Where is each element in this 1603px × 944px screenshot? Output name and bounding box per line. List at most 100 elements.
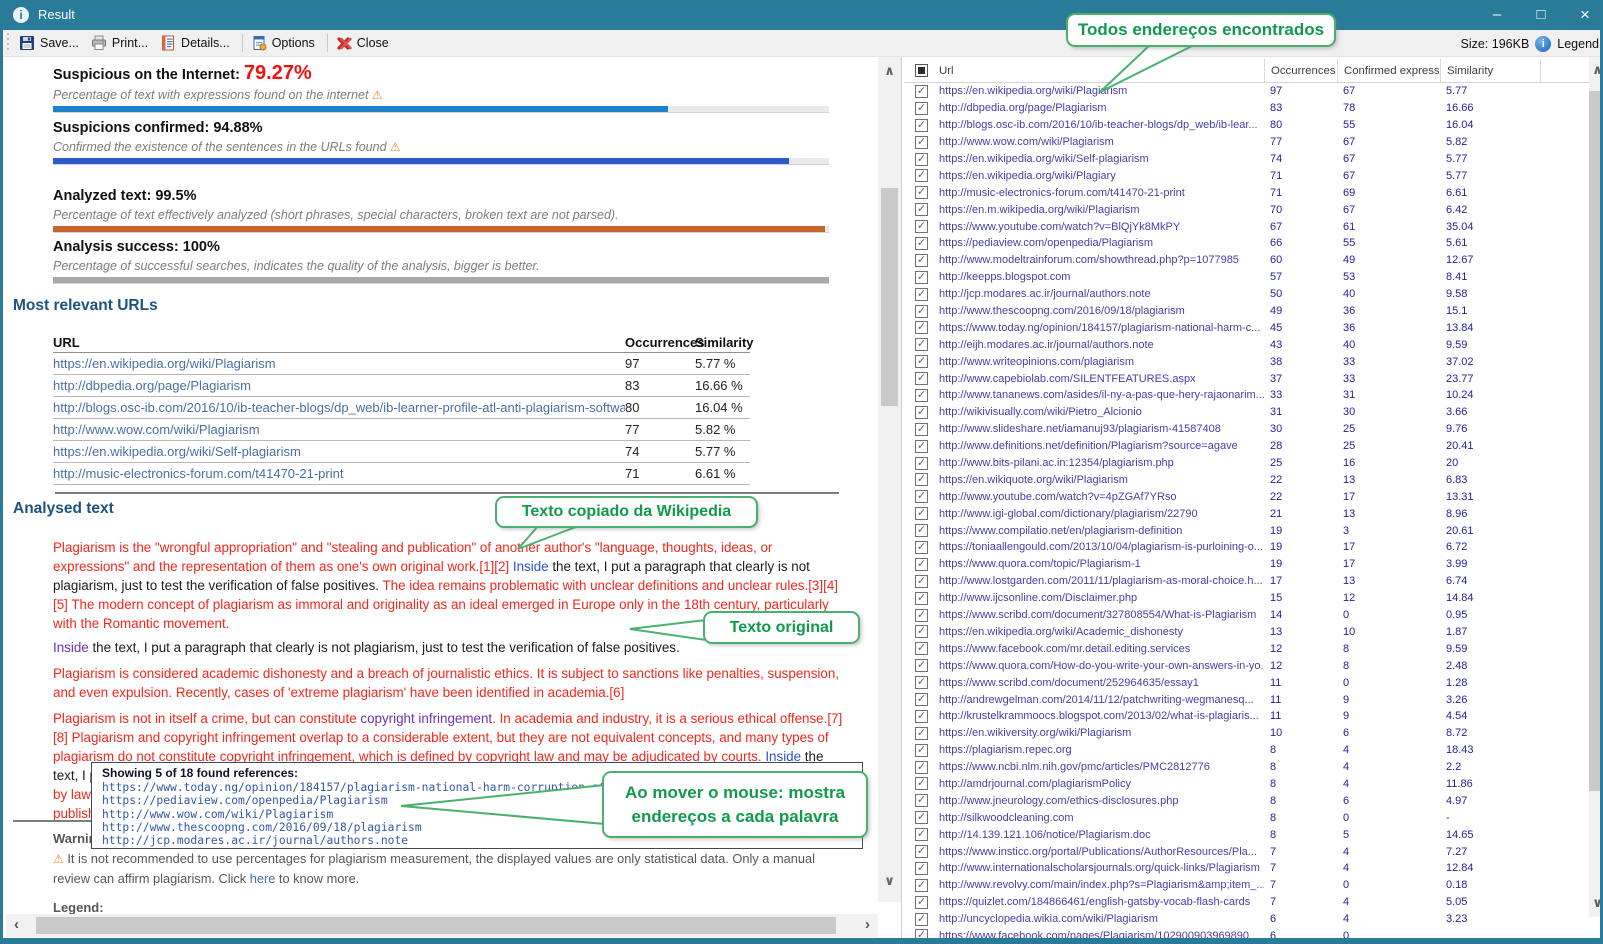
row-checkbox[interactable]: ✓ (915, 457, 928, 470)
url-cell[interactable]: http://keepps.blogspot.com (939, 271, 1264, 283)
url-link[interactable]: http://blogs.osc-ib.com/2016/10/ib-teach… (53, 400, 625, 415)
options-button[interactable]: Options (247, 31, 323, 55)
url-cell[interactable]: http://www.tananews.com/asides/il-ny-a-p… (939, 389, 1264, 401)
url-cell[interactable]: https://www.quora.com/topic/Plagiarism-1 (939, 558, 1264, 570)
scroll-up-icon[interactable]: ∧ (1589, 62, 1603, 78)
row-checkbox[interactable]: ✓ (915, 828, 928, 841)
url-link[interactable]: http://www.wow.com/wiki/Plagiarism (53, 422, 625, 437)
row-checkbox[interactable]: ✓ (915, 693, 928, 706)
url-link[interactable]: http://music-electronics-forum.com/t4147… (53, 466, 625, 481)
url-cell[interactable]: https://www.facebook.com/mr.detail.editi… (939, 643, 1264, 655)
row-checkbox[interactable]: ✓ (915, 186, 928, 199)
url-cell[interactable]: https://quizlet.com/184866461/english-ga… (939, 896, 1264, 908)
row-checkbox[interactable]: ✓ (915, 203, 928, 216)
url-cell[interactable]: https://en.m.wikipedia.org/wiki/Plagiari… (939, 204, 1264, 216)
row-checkbox[interactable]: ✓ (915, 592, 928, 605)
url-cell[interactable]: https://www.scribd.com/document/25296463… (939, 677, 1264, 689)
url-cell[interactable]: http://music-electronics-forum.com/t4147… (939, 187, 1264, 199)
url-cell[interactable]: http://www.youtube.com/watch?v=4pZGAf7YR… (939, 491, 1264, 503)
row-checkbox[interactable]: ✓ (915, 406, 928, 419)
row-checkbox[interactable]: ✓ (915, 913, 928, 926)
minimize-button[interactable]: – (1475, 0, 1519, 30)
row-checkbox[interactable]: ✓ (915, 862, 928, 875)
url-cell[interactable]: https://www.youtube.com/watch?v=BlQjYk8M… (939, 221, 1264, 233)
row-checkbox[interactable]: ✓ (915, 524, 928, 537)
row-checkbox[interactable]: ✓ (915, 727, 928, 740)
close-button[interactable]: Close (332, 31, 397, 55)
url-cell[interactable]: https://en.wikiversity.org/wiki/Plagiari… (939, 727, 1264, 739)
url-cell[interactable]: http://www.bits-pilani.ac.in:12354/plagi… (939, 457, 1264, 469)
scroll-right-icon[interactable]: › (865, 916, 870, 933)
row-checkbox[interactable]: ✓ (915, 642, 928, 655)
scroll-up-icon[interactable]: ∧ (878, 63, 901, 79)
row-checkbox[interactable]: ✓ (915, 625, 928, 638)
url-cell[interactable]: https://www.compilatio.net/en/plagiarism… (939, 525, 1264, 537)
url-cell[interactable]: https://en.wikipedia.org/wiki/Self-plagi… (939, 153, 1264, 165)
url-cell[interactable]: http://eijh.modares.ac.ir/journal/author… (939, 339, 1264, 351)
row-checkbox[interactable]: ✓ (915, 288, 928, 301)
legend-toggle[interactable]: Legend (1557, 37, 1599, 51)
url-cell[interactable]: http://blogs.osc-ib.com/2016/10/ib-teach… (939, 119, 1264, 131)
url-cell[interactable]: https://en.wikiquote.org/wiki/Plagiarism (939, 474, 1264, 486)
url-cell[interactable]: http://krustelkrammoocs.blogspot.com/201… (939, 710, 1264, 722)
row-checkbox[interactable]: ✓ (915, 744, 928, 757)
row-checkbox[interactable]: ✓ (915, 220, 928, 233)
url-cell[interactable]: http://www.capebiolab.com/SILENTFEATURES… (939, 373, 1264, 385)
row-checkbox[interactable]: ✓ (915, 609, 928, 622)
url-table-scrollbar[interactable]: ∧ ∨ (1589, 57, 1603, 917)
row-checkbox[interactable]: ✓ (915, 659, 928, 672)
scroll-down-icon[interactable]: ∨ (1589, 895, 1603, 911)
scroll-down-icon[interactable]: ∨ (878, 873, 901, 889)
row-checkbox[interactable]: ✓ (915, 153, 928, 166)
url-cell[interactable]: http://www.revolvy.com/main/index.php?s=… (939, 879, 1264, 891)
row-checkbox[interactable]: ✓ (915, 490, 928, 503)
row-checkbox[interactable]: ✓ (915, 777, 928, 790)
row-checkbox[interactable]: ✓ (915, 338, 928, 351)
row-checkbox[interactable]: ✓ (915, 305, 928, 318)
know-more-link[interactable]: here (250, 871, 276, 886)
row-checkbox[interactable]: ✓ (915, 237, 928, 250)
url-cell[interactable]: https://www.insticc.org/portal/Publicati… (939, 846, 1264, 858)
url-link[interactable]: https://en.wikipedia.org/wiki/Self-plagi… (53, 444, 625, 459)
row-checkbox[interactable]: ✓ (915, 473, 928, 486)
maximize-button[interactable]: □ (1519, 0, 1563, 30)
row-checkbox[interactable]: ✓ (915, 575, 928, 588)
row-checkbox[interactable]: ✓ (915, 372, 928, 385)
row-checkbox[interactable]: ✓ (915, 102, 928, 115)
row-checkbox[interactable]: ✓ (915, 541, 928, 554)
url-link[interactable]: http://dbpedia.org/page/Plagiarism (53, 378, 625, 393)
url-cell[interactable]: http://www.modeltrainforum.com/showthrea… (939, 254, 1264, 266)
url-cell[interactable]: http://www.jneurology.com/ethics-disclos… (939, 795, 1264, 807)
select-all-checkbox[interactable] (915, 64, 928, 77)
url-cell[interactable]: http://wikivisually.com/wiki/Pietro_Alci… (939, 406, 1264, 418)
url-cell[interactable]: http://www.igi-global.com/dictionary/pla… (939, 508, 1264, 520)
url-cell[interactable]: http://dbpedia.org/page/Plagiarism (939, 102, 1264, 114)
row-checkbox[interactable]: ✓ (915, 119, 928, 132)
url-cell[interactable]: http://www.ijcsonline.com/Disclaimer.php (939, 592, 1264, 604)
url-cell[interactable]: https://www.quora.com/How-do-you-write-y… (939, 660, 1264, 672)
row-checkbox[interactable]: ✓ (915, 761, 928, 774)
url-cell[interactable]: http://www.definitions.net/definition/Pl… (939, 440, 1264, 452)
row-checkbox[interactable]: ✓ (915, 355, 928, 368)
print-button[interactable]: Print... (87, 31, 156, 55)
url-cell[interactable]: https://www.scribd.com/document/32780855… (939, 609, 1264, 621)
url-cell[interactable]: https://en.wikipedia.org/wiki/Academic_d… (939, 626, 1264, 638)
close-window-button[interactable]: × (1563, 0, 1603, 30)
row-checkbox[interactable]: ✓ (915, 507, 928, 520)
url-cell[interactable]: https://toniaallengould.com/2013/10/04/p… (939, 541, 1264, 553)
url-cell[interactable]: http://www.wow.com/wiki/Plagiarism (939, 136, 1264, 148)
row-checkbox[interactable]: ✓ (915, 710, 928, 723)
row-checkbox[interactable]: ✓ (915, 389, 928, 402)
url-cell[interactable]: https://www.today.ng/opinion/184157/plag… (939, 322, 1264, 334)
row-checkbox[interactable]: ✓ (915, 85, 928, 98)
url-cell[interactable]: http://jcp.modares.ac.ir/journal/authors… (939, 288, 1264, 300)
url-cell[interactable]: https://pediaview.com/openpedia/Plagiari… (939, 237, 1264, 249)
scroll-left-icon[interactable]: ‹ (14, 916, 19, 933)
details-button[interactable]: Details... (156, 31, 238, 55)
row-checkbox[interactable]: ✓ (915, 794, 928, 807)
url-cell[interactable]: http://www.writeopinions.com/plagiarism (939, 356, 1264, 368)
row-checkbox[interactable]: ✓ (915, 423, 928, 436)
url-cell[interactable]: http://uncyclopedia.wikia.com/wiki/Plagi… (939, 913, 1264, 925)
url-cell[interactable]: http://14.139.121.106/notice/Plagiarism.… (939, 829, 1264, 841)
url-cell[interactable]: http://amdrjournal.com/plagiarismPolicy (939, 778, 1264, 790)
